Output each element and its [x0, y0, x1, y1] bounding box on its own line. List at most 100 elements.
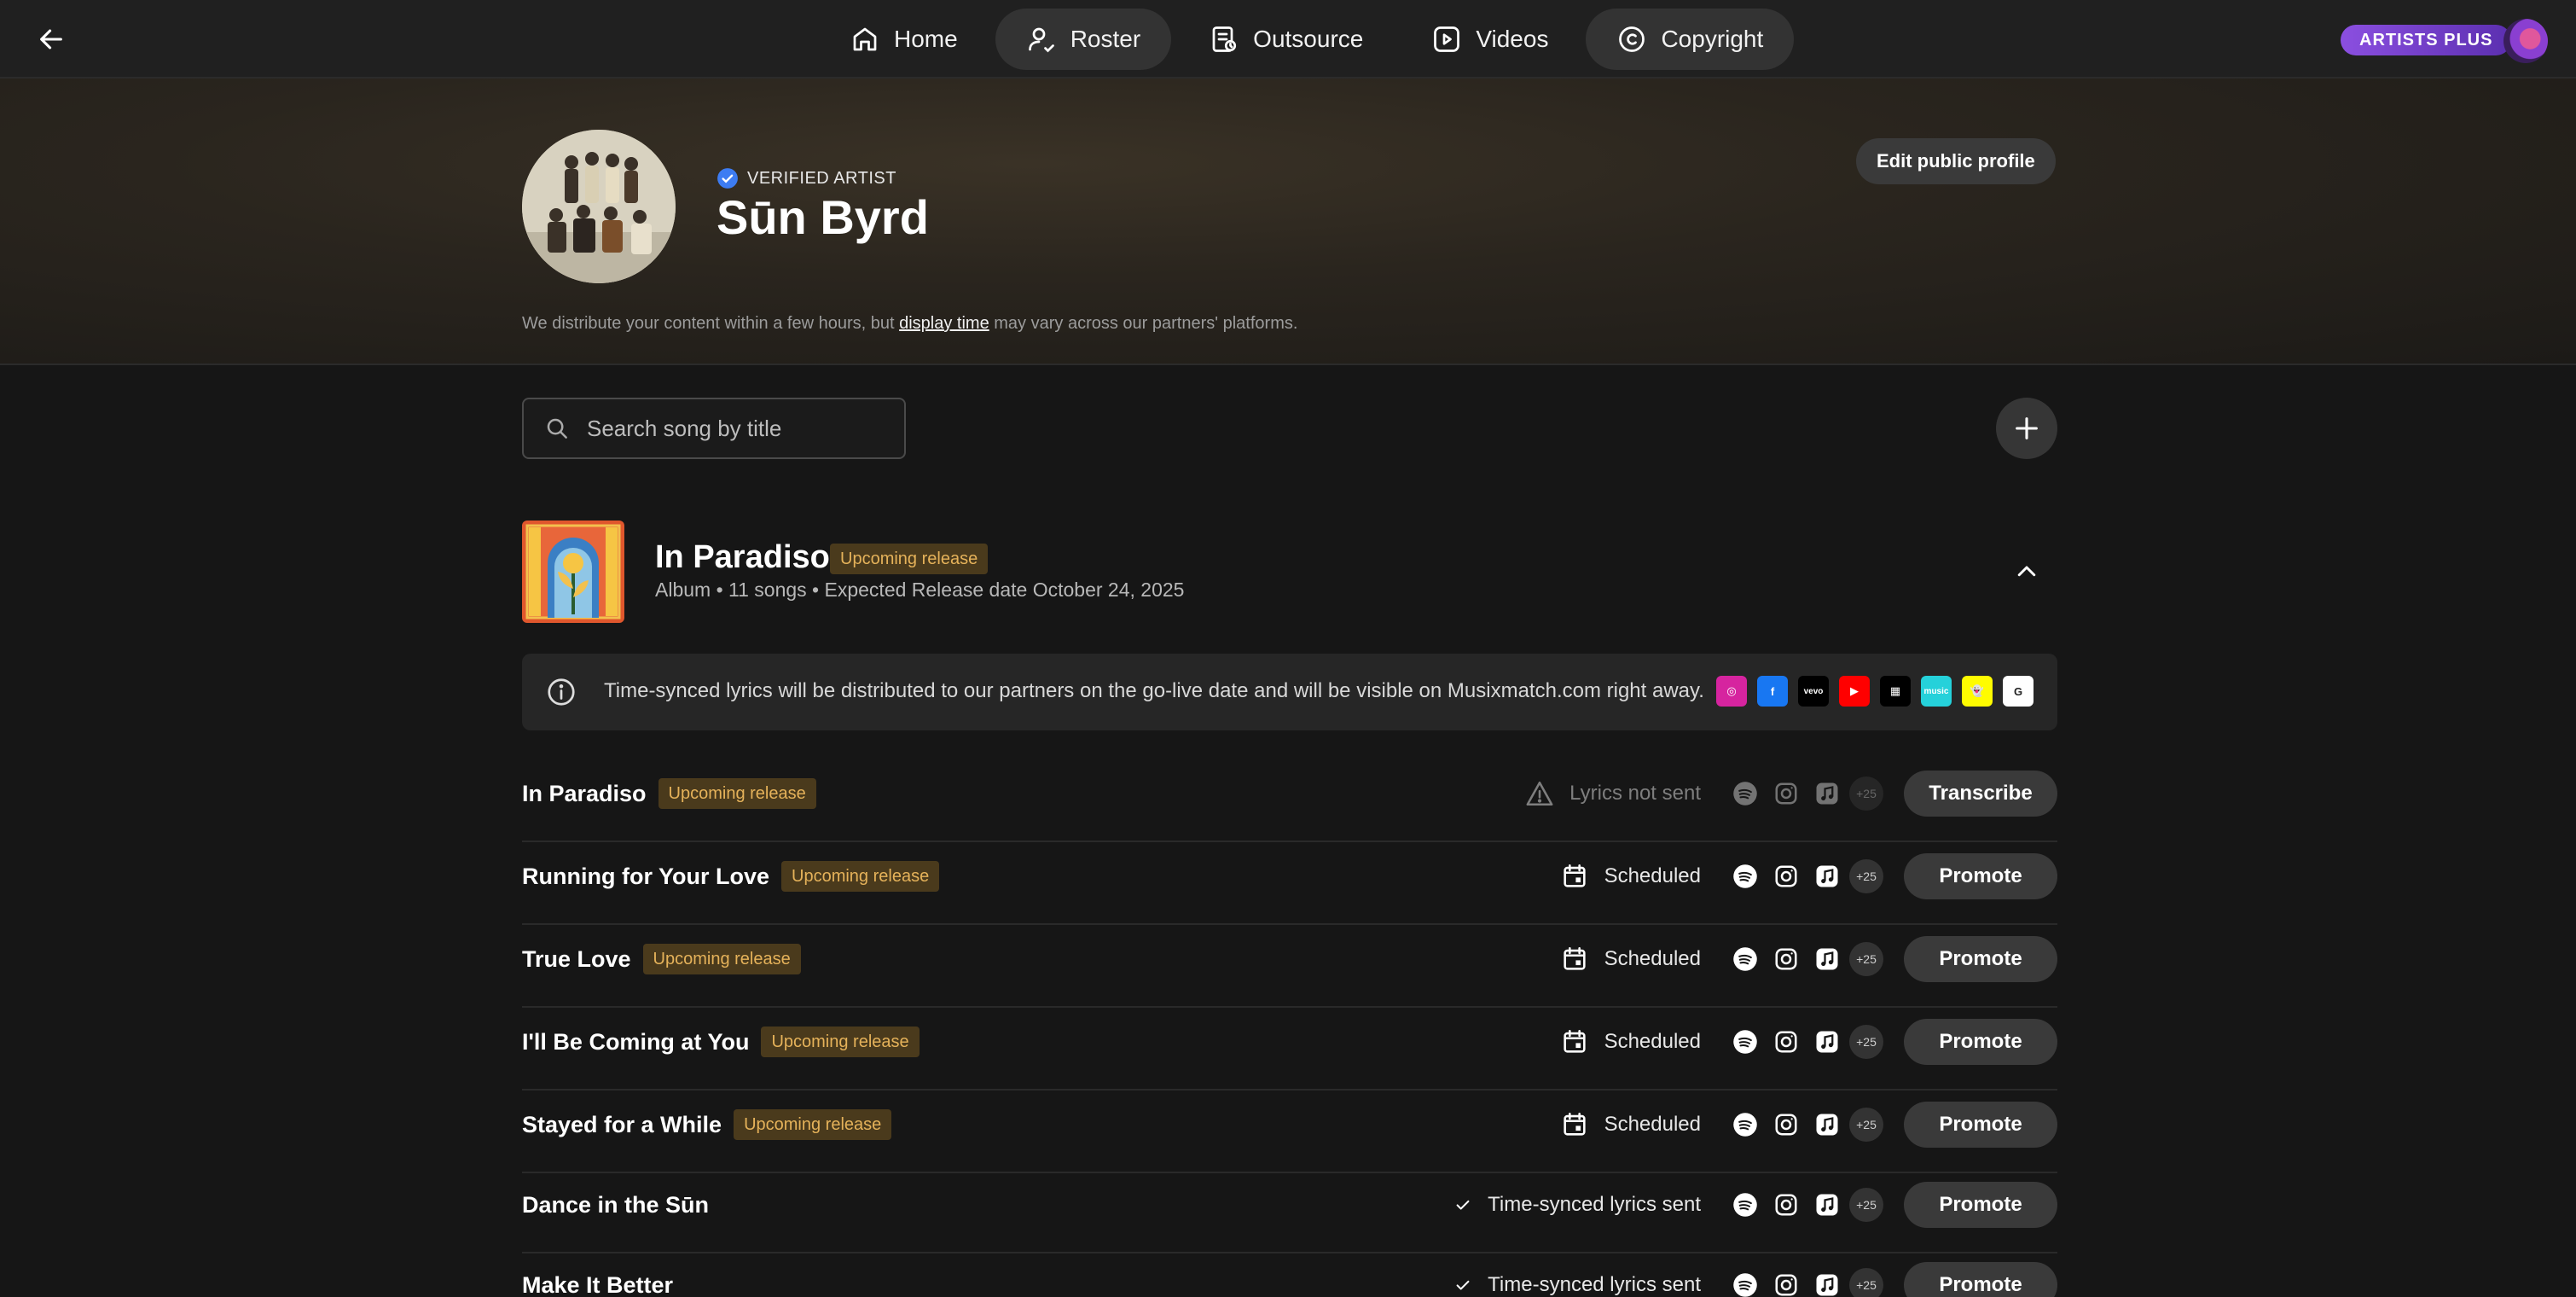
lyrics-status: Time-synced lyrics sent — [1453, 1273, 1701, 1297]
top-nav: Home Roster Outsource Videos Copyright A… — [0, 0, 2576, 79]
more-partners-count[interactable]: +25 — [1849, 1108, 1883, 1142]
song-row[interactable]: True Love Upcoming release Scheduled +25 Pro… — [522, 925, 2057, 1008]
instagram-logo-icon: ◎ — [1716, 676, 1747, 707]
promote-button[interactable]: Promote — [1904, 1102, 2057, 1148]
lyrics-info-banner: Time-synced lyrics will be distributed t… — [522, 654, 2057, 730]
upcoming-release-badge: Upcoming release — [642, 944, 801, 974]
song-title[interactable]: Running for Your Love — [522, 864, 769, 890]
promote-button[interactable]: Promote — [1904, 1182, 2057, 1228]
song-row[interactable]: Make It Better Time-synced lyrics sent +25… — [522, 1251, 2057, 1297]
spotify-icon — [1732, 1271, 1759, 1297]
display-time-link[interactable]: display time — [899, 314, 989, 333]
song-actions: Scheduled +25 Promote — [1560, 1102, 2057, 1148]
arrow-left-icon — [40, 29, 62, 49]
apple-music-icon — [1813, 863, 1841, 890]
song-row[interactable]: Running for Your Love Upcoming release Sch… — [522, 842, 2057, 925]
user-avatar[interactable] — [2503, 19, 2548, 63]
lyrics-status: Lyrics not sent — [1525, 779, 1701, 808]
song-row[interactable]: In Paradiso Upcoming release Lyrics not se… — [522, 759, 2057, 842]
upcoming-release-badge: Upcoming release — [761, 1027, 920, 1057]
google-logo-icon: G — [2003, 676, 2034, 707]
copyright-icon — [1619, 26, 1645, 52]
song-title-group: Dance in the Sūn — [522, 1185, 709, 1224]
verified-artist-label: VERIFIED ARTIST — [717, 167, 896, 189]
instagram-icon — [1772, 945, 1800, 973]
lyrics-status: Scheduled — [1560, 1110, 1701, 1139]
instagram-icon — [1772, 1191, 1800, 1218]
roster-icon — [1028, 27, 1054, 53]
tab-label: Home — [894, 26, 958, 52]
tab-roster[interactable]: Roster — [995, 9, 1172, 70]
lyrics-status: Scheduled — [1560, 945, 1701, 974]
apple-music-icon — [1813, 780, 1841, 807]
promote-button[interactable]: Promote — [1904, 936, 2057, 982]
song-title-group: Make It Better — [522, 1265, 673, 1297]
plan-badge[interactable]: ARTISTS PLUS — [2341, 25, 2512, 55]
spotify-icon — [1732, 1191, 1759, 1218]
upcoming-release-badge: Upcoming release — [781, 861, 940, 892]
song-title-group: I'll Be Coming at You Upcoming release — [522, 1022, 920, 1061]
song-row[interactable]: Dance in the Sūn Time-synced lyrics sent +… — [522, 1171, 2057, 1253]
song-title-group: In Paradiso Upcoming release — [522, 774, 816, 813]
tab-home[interactable]: Home — [819, 9, 989, 70]
song-title[interactable]: Make It Better — [522, 1272, 673, 1297]
more-partners-count[interactable]: +25 — [1849, 1188, 1883, 1222]
tab-label: Roster — [1070, 26, 1141, 52]
instagram-icon — [1772, 1028, 1800, 1056]
promote-button[interactable]: Promote — [1904, 1262, 2057, 1297]
promote-button[interactable]: Promote — [1904, 853, 2057, 899]
outsource-icon — [1212, 26, 1237, 52]
more-partners-count[interactable]: +25 — [1849, 859, 1883, 893]
verified-text: VERIFIED ARTIST — [747, 168, 896, 188]
song-row[interactable]: I'll Be Coming at You Upcoming release Sch… — [522, 1008, 2057, 1091]
youtube-music-logo-icon: ▶ — [1839, 676, 1870, 707]
add-button[interactable] — [1996, 398, 2057, 459]
song-title[interactable]: I'll Be Coming at You — [522, 1029, 749, 1056]
song-actions: Scheduled +25 Promote — [1560, 853, 2057, 899]
upcoming-release-badge: Upcoming release — [830, 544, 989, 574]
edit-profile-button[interactable]: Edit public profile — [1856, 138, 2056, 184]
more-partners-count[interactable]: +25 — [1849, 1025, 1883, 1059]
lyrics-status-text: Scheduled — [1604, 947, 1701, 970]
spotify-icon — [1732, 863, 1759, 890]
transcribe-button[interactable]: Transcribe — [1904, 771, 2057, 817]
back-button[interactable] — [34, 22, 68, 56]
album-cover[interactable] — [522, 521, 624, 623]
apple-music-icon — [1813, 1028, 1841, 1056]
vevo-logo-icon: vevo — [1798, 676, 1829, 707]
tab-label: Copyright — [1661, 26, 1764, 52]
tab-videos[interactable]: Videos — [1401, 9, 1579, 70]
search-box[interactable] — [522, 398, 906, 459]
song-actions: Scheduled +25 Promote — [1560, 1019, 2057, 1065]
more-partners-count[interactable]: +25 — [1849, 1268, 1883, 1297]
warning-icon — [1525, 779, 1554, 808]
song-title[interactable]: Dance in the Sūn — [522, 1192, 709, 1218]
apple-music-icon — [1813, 1271, 1841, 1297]
snapchat-logo-icon: 👻 — [1962, 676, 1993, 707]
tab-outsource[interactable]: Outsource — [1178, 9, 1394, 70]
collapse-button[interactable] — [2008, 556, 2045, 587]
lyrics-status-text: Lyrics not sent — [1569, 782, 1701, 805]
check-icon — [1453, 1276, 1472, 1294]
more-partners-count[interactable]: +25 — [1849, 776, 1883, 811]
song-title[interactable]: True Love — [522, 946, 631, 973]
calendar-icon — [1560, 862, 1589, 891]
chevron-up-icon — [2017, 566, 2036, 577]
promote-button[interactable]: Promote — [1904, 1019, 2057, 1065]
lyrics-status-text: Scheduled — [1604, 1030, 1701, 1053]
song-row[interactable]: Stayed for a While Upcoming release Schedu… — [522, 1091, 2057, 1173]
more-partners-count[interactable]: +25 — [1849, 942, 1883, 976]
song-title-group: True Love Upcoming release — [522, 939, 801, 979]
song-title[interactable]: In Paradiso — [522, 781, 647, 807]
tab-copyright[interactable]: Copyright — [1586, 9, 1795, 70]
calendar-icon — [1560, 945, 1589, 974]
artist-name: Sūn Byrd — [717, 190, 929, 244]
song-title[interactable]: Stayed for a While — [522, 1112, 722, 1138]
song-actions: Lyrics not sent +25 Transcribe — [1525, 771, 2057, 817]
tab-label: Videos — [1476, 26, 1549, 52]
videos-icon — [1434, 26, 1460, 52]
calendar-icon — [1560, 1027, 1589, 1056]
search-input[interactable] — [587, 415, 894, 442]
instagram-icon — [1772, 1111, 1800, 1138]
verified-check-icon — [717, 168, 738, 189]
